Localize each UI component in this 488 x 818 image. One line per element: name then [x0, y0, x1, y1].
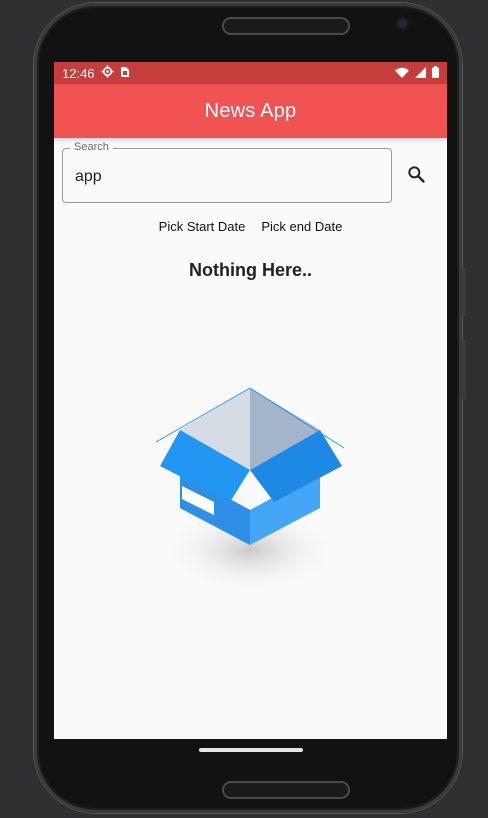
search-field[interactable]: Search: [62, 141, 392, 203]
bottom-speaker: [222, 781, 350, 799]
search-row: Search: [54, 138, 447, 212]
empty-box-icon: [150, 380, 350, 600]
front-camera: [398, 19, 407, 28]
volume-button: [462, 268, 466, 316]
sim-card-icon: [120, 66, 130, 81]
search-button[interactable]: [402, 162, 430, 190]
wifi-icon: [395, 66, 409, 81]
pick-start-date-button[interactable]: Pick Start Date: [159, 217, 246, 236]
pick-end-date-button[interactable]: Pick end Date: [261, 217, 342, 236]
app-title: News App: [204, 99, 297, 122]
home-indicator[interactable]: [199, 748, 303, 752]
app-bar: News App: [54, 84, 447, 138]
settings-icon: [101, 65, 114, 81]
date-picker-row: Pick Start Date Pick end Date: [54, 212, 447, 240]
status-time: 12:46: [62, 65, 95, 81]
empty-state-title: Nothing Here..: [188, 260, 312, 280]
search-icon: [406, 164, 426, 189]
app-screen: 12:46 News App Search app Pick Start Dat…: [54, 62, 447, 739]
power-button: [462, 340, 466, 400]
status-bar: 12:46: [54, 62, 447, 84]
battery-icon: [432, 65, 439, 81]
earpiece-speaker: [222, 17, 350, 35]
search-input[interactable]: [73, 163, 377, 191]
search-label: Search: [70, 141, 113, 153]
signal-icon: [415, 66, 426, 81]
